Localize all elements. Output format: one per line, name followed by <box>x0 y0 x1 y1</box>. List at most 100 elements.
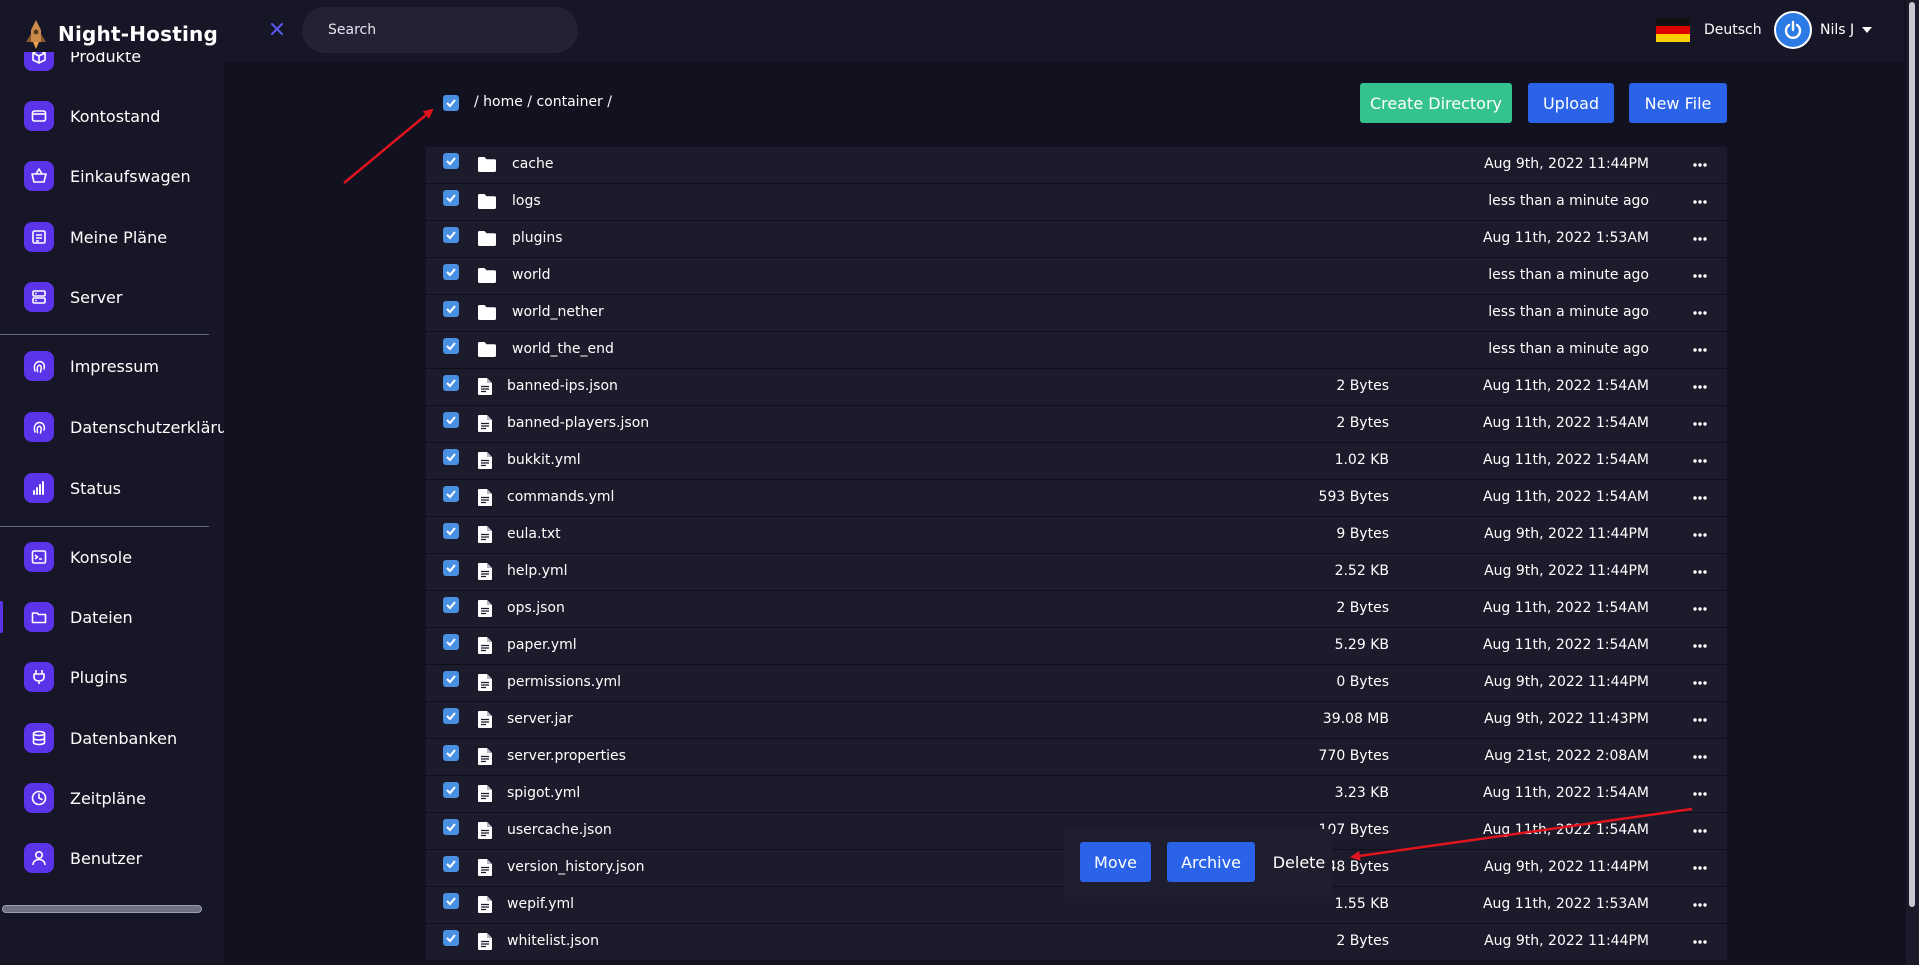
file-name[interactable]: plugins <box>512 230 563 246</box>
page-scrollbar[interactable] <box>1906 0 1919 965</box>
row-checkbox[interactable] <box>443 819 459 835</box>
file-name[interactable]: help.yml <box>507 563 568 579</box>
file-row[interactable]: spigot.yml 3.23 KB Aug 11th, 2022 1:54AM <box>426 776 1727 813</box>
file-name[interactable]: eula.txt <box>507 526 561 542</box>
more-options-icon[interactable] <box>1688 710 1712 730</box>
row-checkbox[interactable] <box>443 745 459 761</box>
file-name[interactable]: permissions.yml <box>507 674 621 690</box>
row-checkbox[interactable] <box>443 634 459 650</box>
delete-button[interactable]: Delete <box>1271 842 1327 882</box>
more-options-icon[interactable] <box>1688 821 1712 841</box>
more-options-icon[interactable] <box>1688 229 1712 249</box>
more-options-icon[interactable] <box>1688 414 1712 434</box>
row-checkbox[interactable] <box>443 523 459 539</box>
file-row[interactable]: server.jar 39.08 MB Aug 9th, 2022 11:43PM <box>426 702 1727 739</box>
sidebar-item-kontostand[interactable]: Kontostand <box>0 92 224 140</box>
file-name[interactable]: usercache.json <box>507 822 612 838</box>
row-checkbox[interactable] <box>443 560 459 576</box>
more-options-icon[interactable] <box>1688 673 1712 693</box>
sidebar-item-konsole[interactable]: Konsole <box>0 533 224 581</box>
more-options-icon[interactable] <box>1688 525 1712 545</box>
file-name[interactable]: world_the_end <box>512 341 614 357</box>
row-checkbox[interactable] <box>443 449 459 465</box>
sidebar-scrollbar[interactable] <box>2 905 202 913</box>
more-options-icon[interactable] <box>1688 784 1712 804</box>
row-checkbox[interactable] <box>443 856 459 872</box>
archive-button[interactable]: Archive <box>1167 842 1255 882</box>
more-options-icon[interactable] <box>1688 303 1712 323</box>
file-row[interactable]: world_nether less than a minute ago <box>426 295 1727 332</box>
row-checkbox[interactable] <box>443 227 459 243</box>
file-name[interactable]: logs <box>512 193 541 209</box>
file-row[interactable]: whitelist.json 2 Bytes Aug 9th, 2022 11:44… <box>426 924 1727 961</box>
search-input[interactable] <box>302 7 578 53</box>
file-row[interactable]: world_the_end less than a minute ago <box>426 332 1727 369</box>
more-options-icon[interactable] <box>1688 895 1712 915</box>
sidebar-item-impressum[interactable]: Impressum <box>0 342 224 390</box>
more-options-icon[interactable] <box>1688 266 1712 286</box>
file-row[interactable]: cache Aug 9th, 2022 11:44PM <box>426 147 1727 184</box>
page-scrollbar-thumb[interactable] <box>1909 2 1915 907</box>
file-name[interactable]: world_nether <box>512 304 604 320</box>
row-checkbox[interactable] <box>443 338 459 354</box>
sidebar-item-meine-pläne[interactable]: Meine Pläne <box>0 213 224 261</box>
file-row[interactable]: banned-ips.json 2 Bytes Aug 11th, 2022 1:5… <box>426 369 1727 406</box>
file-name[interactable]: banned-ips.json <box>507 378 618 394</box>
new-file-button[interactable]: New File <box>1629 83 1727 123</box>
more-options-icon[interactable] <box>1688 599 1712 619</box>
row-checkbox[interactable] <box>443 782 459 798</box>
more-options-icon[interactable] <box>1688 155 1712 175</box>
file-row[interactable]: plugins Aug 11th, 2022 1:53AM <box>426 221 1727 258</box>
file-row[interactable]: eula.txt 9 Bytes Aug 9th, 2022 11:44PM <box>426 517 1727 554</box>
more-options-icon[interactable] <box>1688 340 1712 360</box>
file-row[interactable]: ops.json 2 Bytes Aug 11th, 2022 1:54AM <box>426 591 1727 628</box>
file-row[interactable]: paper.yml 5.29 KB Aug 11th, 2022 1:54AM <box>426 628 1727 665</box>
more-options-icon[interactable] <box>1688 488 1712 508</box>
file-row[interactable]: server.properties 770 Bytes Aug 21st, 2022… <box>426 739 1727 776</box>
sidebar-item-plugins[interactable]: Plugins <box>0 653 224 701</box>
more-options-icon[interactable] <box>1688 858 1712 878</box>
row-checkbox[interactable] <box>443 412 459 428</box>
more-options-icon[interactable] <box>1688 747 1712 767</box>
move-button[interactable]: Move <box>1080 842 1151 882</box>
sidebar-item-benutzer[interactable]: Benutzer <box>0 834 224 882</box>
row-checkbox[interactable] <box>443 301 459 317</box>
file-name[interactable]: server.jar <box>507 711 573 727</box>
file-name[interactable]: spigot.yml <box>507 785 580 801</box>
file-row[interactable]: world less than a minute ago <box>426 258 1727 295</box>
file-row[interactable]: logs less than a minute ago <box>426 184 1727 221</box>
file-row[interactable]: help.yml 2.52 KB Aug 9th, 2022 11:44PM <box>426 554 1727 591</box>
language-selector[interactable]: Deutsch <box>1656 15 1762 45</box>
row-checkbox[interactable] <box>443 893 459 909</box>
sidebar-item-server[interactable]: Server <box>0 273 224 321</box>
row-checkbox[interactable] <box>443 930 459 946</box>
row-checkbox[interactable] <box>443 597 459 613</box>
file-row[interactable]: permissions.yml 0 Bytes Aug 9th, 2022 11:4… <box>426 665 1727 702</box>
more-options-icon[interactable] <box>1688 932 1712 952</box>
close-sidebar-icon[interactable] <box>268 20 286 38</box>
file-name[interactable]: whitelist.json <box>507 933 599 949</box>
file-row[interactable]: commands.yml 593 Bytes Aug 11th, 2022 1:54… <box>426 480 1727 517</box>
sidebar-item-einkaufswagen[interactable]: Einkaufswagen <box>0 152 224 200</box>
file-name[interactable]: banned-players.json <box>507 415 649 431</box>
row-checkbox[interactable] <box>443 190 459 206</box>
file-row[interactable]: bukkit.yml 1.02 KB Aug 11th, 2022 1:54AM <box>426 443 1727 480</box>
file-name[interactable]: ops.json <box>507 600 565 616</box>
row-checkbox[interactable] <box>443 264 459 280</box>
create-directory-button[interactable]: Create Directory <box>1360 83 1512 123</box>
sidebar-item-datenschutzerklärung[interactable]: Datenschutzerklärung <box>0 403 224 451</box>
sidebar-item-zeitpläne[interactable]: Zeitpläne <box>0 774 224 822</box>
more-options-icon[interactable] <box>1688 562 1712 582</box>
file-row[interactable]: banned-players.json 2 Bytes Aug 11th, 2022… <box>426 406 1727 443</box>
row-checkbox[interactable] <box>443 375 459 391</box>
more-options-icon[interactable] <box>1688 636 1712 656</box>
file-name[interactable]: version_history.json <box>507 859 645 875</box>
row-checkbox[interactable] <box>443 708 459 724</box>
user-menu[interactable]: Nils J <box>1774 10 1873 50</box>
file-name[interactable]: paper.yml <box>507 637 577 653</box>
sidebar-item-datenbanken[interactable]: Datenbanken <box>0 714 224 762</box>
sidebar-item-dateien[interactable]: Dateien <box>0 593 224 641</box>
more-options-icon[interactable] <box>1688 451 1712 471</box>
file-name[interactable]: bukkit.yml <box>507 452 581 468</box>
file-name[interactable]: server.properties <box>507 748 626 764</box>
